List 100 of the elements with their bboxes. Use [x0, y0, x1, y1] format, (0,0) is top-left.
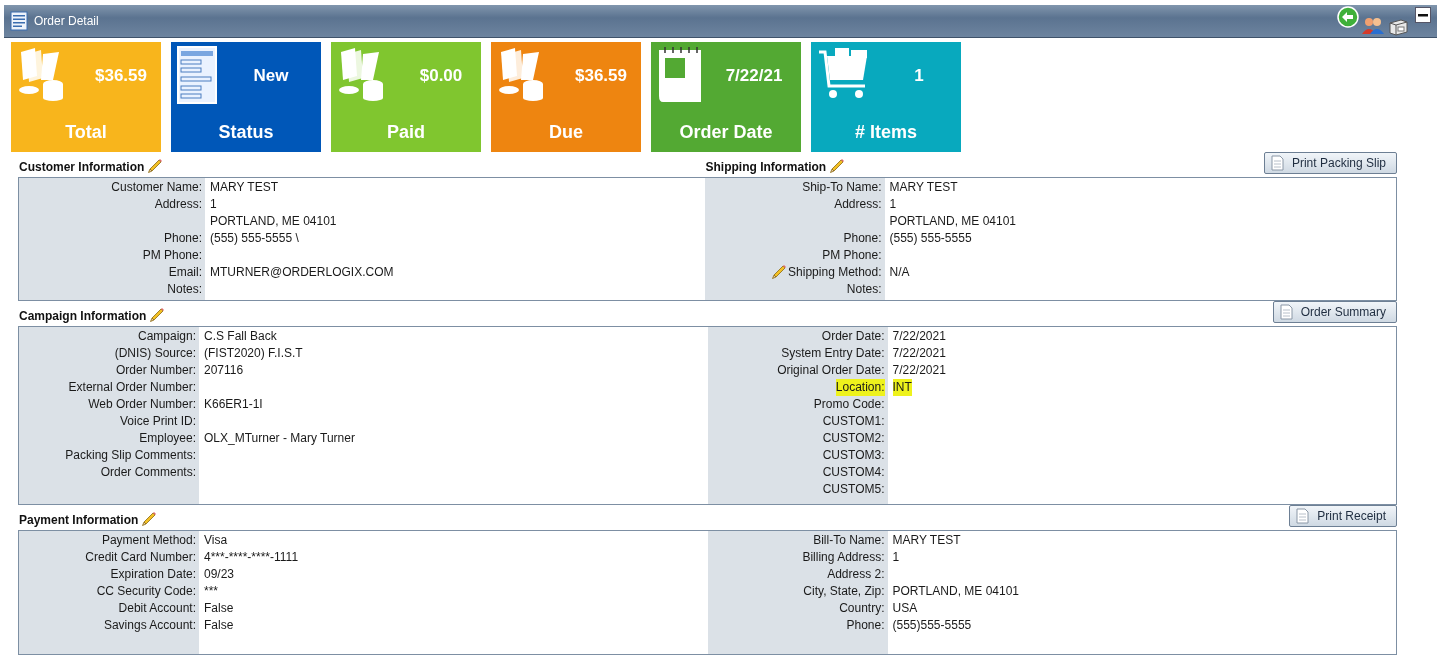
- field-label: Savings Account:: [103, 617, 196, 634]
- field-label: Order Date:: [821, 328, 885, 345]
- field-label: Address:: [154, 196, 202, 213]
- field-label: Customer Name:: [111, 179, 202, 196]
- field-label: Promo Code:: [813, 396, 885, 413]
- tile-label: # Items: [853, 122, 918, 143]
- pencil-icon[interactable]: [149, 307, 166, 323]
- field-value: 7/22/2021: [892, 345, 946, 362]
- field-label: Bill-To Name:: [813, 532, 885, 549]
- field-label: Notes:: [167, 281, 202, 298]
- field-label: CUSTOM2:: [822, 430, 885, 447]
- field-value: (555)555-5555: [892, 617, 972, 634]
- tile-value: New: [252, 66, 290, 86]
- section-title: Campaign Information: [19, 309, 147, 323]
- tile-value: 7/22/21: [724, 66, 784, 86]
- field-value: ***: [204, 583, 218, 600]
- field-value: INT: [892, 379, 912, 396]
- tile-label: Status: [217, 122, 275, 143]
- tile-label: Order Date: [678, 122, 774, 143]
- field-label: Phone:: [846, 617, 885, 634]
- pencil-icon[interactable]: [829, 158, 846, 174]
- tile-value: $36.59: [94, 66, 148, 86]
- field-label: Campaign:: [137, 328, 196, 345]
- field-value: N/A: [889, 264, 910, 281]
- field-label: Ship-To Name:: [802, 179, 882, 196]
- field-value: C.S Fall Back: [204, 328, 277, 345]
- field-label: Order Comments:: [100, 464, 196, 481]
- field-label: Address 2:: [827, 566, 885, 583]
- field-label: City, State, Zip:: [803, 583, 885, 600]
- print-button[interactable]: Order Summary: [1272, 301, 1397, 323]
- pencil-icon[interactable]: [141, 511, 158, 527]
- field-label: Shipping Method:: [788, 264, 882, 281]
- field-label: Packing Slip Comments:: [65, 447, 196, 464]
- field-value: PORTLAND, ME 04101: [889, 213, 1016, 230]
- field-label: PM Phone:: [822, 247, 882, 264]
- field-value: 7/22/2021: [892, 328, 946, 345]
- field-value: (555) 555-5555: [889, 230, 972, 247]
- window-title: Order Detail: [34, 14, 99, 28]
- print-button[interactable]: Print Packing Slip: [1263, 152, 1397, 174]
- field-value: False: [204, 617, 234, 634]
- field-label: Original Order Date:: [777, 362, 885, 379]
- field-label: Debit Account:: [118, 600, 196, 617]
- tile-label: Paid: [386, 122, 426, 143]
- field-label: PM Phone:: [142, 247, 202, 264]
- field-label: Expiration Date:: [110, 566, 196, 583]
- section-title: Payment Information: [19, 513, 139, 527]
- field-value: False: [204, 600, 234, 617]
- field-label: Employee:: [139, 430, 196, 447]
- field-label: Payment Method:: [101, 532, 196, 549]
- field-value: (555) 555-5555 \: [210, 230, 299, 247]
- field-label: Credit Card Number:: [85, 549, 196, 566]
- field-value: 4***-****-****-1111: [204, 549, 299, 566]
- document-icon: [1279, 304, 1293, 320]
- field-value: Visa: [204, 532, 228, 549]
- field-label: Notes:: [846, 281, 882, 298]
- pencil-icon[interactable]: [147, 158, 164, 174]
- document-icon: [1270, 155, 1284, 171]
- field-label: Voice Print ID:: [119, 413, 196, 430]
- field-label: Email:: [168, 264, 202, 281]
- field-label: CC Security Code:: [96, 583, 196, 600]
- field-label: Billing Address:: [802, 549, 885, 566]
- field-value: MTURNER@ORDERLOGIX.COM: [210, 264, 394, 281]
- field-label: System Entry Date:: [781, 345, 885, 362]
- field-label: CUSTOM3:: [822, 447, 885, 464]
- field-label: Phone:: [163, 230, 202, 247]
- field-value: (FIST2020) F.I.S.T: [204, 345, 303, 362]
- field-value: MARY TEST: [210, 179, 279, 196]
- field-label: Country:: [839, 600, 885, 617]
- tile-value: $36.59: [574, 66, 628, 86]
- field-label: Web Order Number:: [88, 396, 196, 413]
- people-icon[interactable]: [1361, 15, 1385, 35]
- field-label: CUSTOM1:: [822, 413, 885, 430]
- field-value: MARY TEST: [889, 179, 958, 196]
- tile-label: Due: [548, 122, 584, 143]
- field-value: USA: [892, 600, 918, 617]
- field-value: 09/23: [204, 566, 235, 583]
- field-label: Order Number:: [115, 362, 196, 379]
- field-label: Phone:: [843, 230, 882, 247]
- field-label: Location:: [835, 379, 885, 396]
- field-value: 1: [210, 196, 217, 213]
- field-value: K66ER1-1I: [204, 396, 263, 413]
- field-value: 1: [892, 549, 900, 566]
- document-icon: [1296, 508, 1310, 524]
- section-title: Customer Information: [19, 160, 145, 174]
- form-document-icon: [177, 46, 217, 104]
- field-label: External Order Number:: [68, 379, 196, 396]
- field-label: Address:: [834, 196, 882, 213]
- field-label: CUSTOM5:: [822, 481, 885, 498]
- field-label: (DNIS) Source:: [114, 345, 196, 362]
- field-value: 207116: [204, 362, 244, 379]
- print-button[interactable]: Print Receipt: [1289, 505, 1397, 527]
- field-value: PORTLAND, ME 04101: [892, 583, 1019, 600]
- document-icon: [10, 11, 28, 31]
- tile-value: $0.00: [418, 66, 464, 86]
- minimize-icon[interactable]: [1415, 7, 1431, 23]
- pencil-icon[interactable]: [771, 264, 788, 280]
- field-value: PORTLAND, ME 04101: [210, 213, 337, 230]
- section-title: Shipping Information: [705, 160, 827, 174]
- field-value: 7/22/2021: [892, 362, 946, 379]
- field-value: 1: [889, 196, 897, 213]
